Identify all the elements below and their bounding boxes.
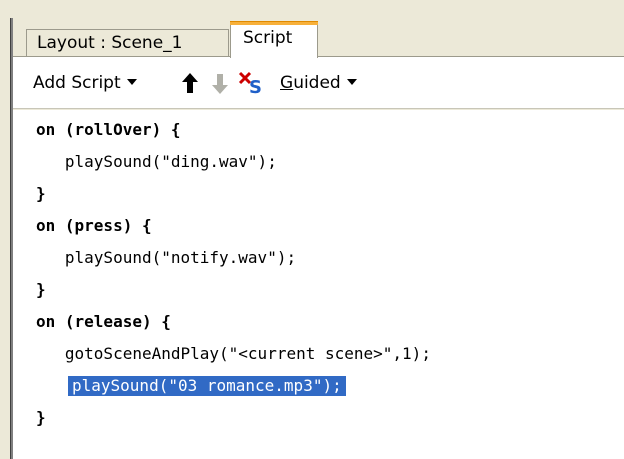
- tab-script[interactable]: Script: [230, 21, 318, 58]
- code-line-5[interactable]: playSound("notify.wav");: [36, 248, 296, 268]
- up-arrow-icon: [182, 73, 198, 93]
- move-down-button[interactable]: [211, 73, 229, 100]
- delete-script-button[interactable]: S: [237, 70, 265, 101]
- add-script-label: Add Script: [33, 73, 121, 93]
- guided-label-mnemonic: G: [280, 73, 294, 93]
- tab-strip: Layout : Scene_1 Script: [13, 18, 624, 58]
- code-line-2[interactable]: playSound("ding.wav");: [36, 152, 277, 172]
- script-toolbar: Add Script S Guided: [13, 57, 624, 109]
- script-code-area[interactable]: on (rollOver) { playSound("ding.wav"); }…: [13, 110, 624, 459]
- chevron-down-icon: [346, 79, 357, 85]
- code-line-1[interactable]: on (rollOver) {: [36, 120, 181, 140]
- guided-label: uided: [293, 73, 341, 93]
- svg-text:S: S: [249, 77, 262, 96]
- script-editor-window: Layout : Scene_1 Script Add Script S Gui…: [0, 0, 624, 459]
- tab-layout-scene[interactable]: Layout : Scene_1: [26, 29, 229, 57]
- delete-script-icon: S: [238, 71, 262, 98]
- code-line-4[interactable]: on (press) {: [36, 216, 152, 236]
- code-line-9-selected[interactable]: playSound("03 romance.mp3");: [68, 376, 346, 396]
- tab-layout-label: Layout : Scene_1: [37, 33, 183, 53]
- code-line-3[interactable]: }: [36, 184, 46, 204]
- code-line-7[interactable]: on (release) {: [36, 312, 171, 332]
- code-line-10[interactable]: }: [36, 408, 46, 428]
- down-arrow-icon: [212, 74, 228, 94]
- code-line-8[interactable]: gotoSceneAndPlay("<current scene>",1);: [36, 344, 431, 364]
- add-script-dropdown[interactable]: Add Script: [33, 73, 137, 93]
- toolbar-divider: [13, 108, 624, 109]
- code-line-6[interactable]: }: [36, 280, 46, 300]
- move-up-button[interactable]: [181, 72, 199, 99]
- chevron-down-icon: [126, 79, 137, 85]
- tab-script-label: Script: [243, 28, 293, 48]
- guided-dropdown[interactable]: Guided: [280, 73, 357, 93]
